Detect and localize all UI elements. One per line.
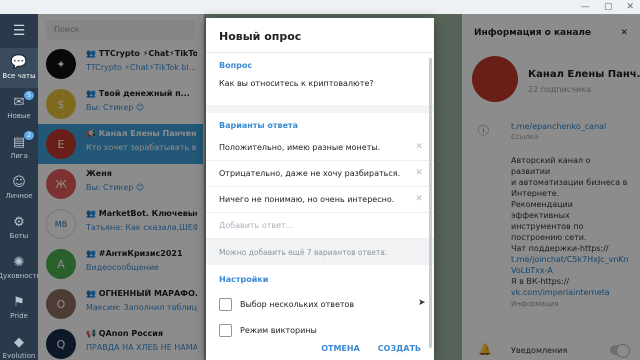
bot-icon: ⚙ — [13, 215, 25, 230]
maximize-icon[interactable]: ▢ — [604, 2, 613, 12]
options-hint: Можно добавить ещё 7 вариантов ответа. — [206, 239, 434, 265]
dialog-footer: ОТМЕНА СОЗДАТЬ — [206, 336, 434, 360]
window-titlebar: — ▢ ✕ — [0, 0, 640, 14]
mouse-cursor-icon: ➤ — [418, 298, 426, 308]
checkbox-label: Выбор нескольких ответов — [240, 299, 355, 309]
folder-new[interactable]: 5 ✉ Новые — [0, 88, 38, 128]
folder-label: Личное — [5, 192, 33, 200]
minimize-icon[interactable]: — — [581, 2, 590, 12]
question-input[interactable]: Как вы относитесь к криптовалюте? — [206, 75, 434, 105]
options-section-label: Варианты ответа — [219, 121, 299, 130]
cancel-button[interactable]: ОТМЕНА — [321, 344, 360, 353]
option-text: Отрицательно, даже не хочу разбираться. — [219, 169, 401, 178]
poll-option-input[interactable]: Положительно, имею разные монеты. ✕ — [206, 135, 434, 161]
folder-spirituality[interactable]: ✺ Духовность — [0, 248, 41, 288]
folder-label: Лига — [10, 152, 28, 160]
poll-option-input[interactable]: Ничего не понимаю, но очень интересно. ✕ — [206, 187, 434, 213]
create-button[interactable]: СОЗДАТЬ — [378, 344, 421, 353]
multiple-answers-checkbox[interactable]: Выбор нескольких ответов — [206, 291, 434, 317]
add-option-input[interactable]: Добавить ответ... — [206, 213, 434, 239]
section-gap — [206, 105, 434, 113]
folder-league[interactable]: 2 ▤ Лига — [0, 128, 38, 168]
dialog-title: Новый опрос — [219, 30, 302, 43]
pride-icon: ⚑ — [13, 295, 25, 310]
folder-pride[interactable]: ⚑ Pride — [0, 288, 38, 328]
option-text: Ничего не понимаю, но очень интересно. — [219, 195, 395, 204]
folder-label: Боты — [9, 232, 29, 240]
person-icon: ☺ — [12, 175, 26, 190]
poll-option-input[interactable]: Отрицательно, даже не хочу разбираться. … — [206, 161, 434, 187]
folder-bots[interactable]: ⚙ Боты — [0, 208, 38, 248]
checkbox-box[interactable] — [219, 323, 232, 337]
remove-option-icon[interactable]: ✕ — [415, 194, 423, 204]
folder-label: Новые — [7, 112, 31, 120]
spirit-icon: ✺ — [13, 255, 25, 270]
remove-option-icon[interactable]: ✕ — [415, 142, 423, 152]
new-poll-dialog: Новый опрос Вопрос Как вы относитесь к к… — [206, 18, 434, 360]
folder-personal[interactable]: ☺ Личное — [0, 168, 38, 208]
checkbox-box[interactable] — [219, 297, 232, 311]
unread-badge: 2 — [24, 131, 34, 140]
remove-option-icon[interactable]: ✕ — [415, 168, 423, 178]
folder-label: Духовность — [0, 272, 41, 280]
folder-label: Все чаты — [2, 72, 36, 80]
telegram-window: — ▢ ✕ ☰ 💬 Все чаты 5 ✉ Новые 2 ▤ Лига ☺ … — [0, 0, 640, 360]
checkbox-label: Режим викторины — [240, 325, 317, 335]
option-text: Положительно, имею разные монеты. — [219, 143, 381, 152]
settings-section-label: Настройки — [219, 275, 269, 284]
folder-rail: ☰ 💬 Все чаты 5 ✉ Новые 2 ▤ Лига ☺ Личное… — [0, 14, 41, 360]
folder-all-chats[interactable]: 💬 Все чаты — [0, 48, 38, 88]
evolution-icon: ◆ — [14, 335, 24, 350]
unread-badge: 5 — [24, 91, 34, 100]
question-section-label: Вопрос — [219, 61, 253, 70]
chat-bubbles-icon: 💬 — [10, 55, 28, 70]
folder-label: Evolution — [2, 352, 36, 360]
new-icon: ✉ — [13, 95, 25, 110]
folder-evolution[interactable]: ◆ Evolution — [0, 328, 38, 360]
hamburger-menu-icon[interactable]: ☰ — [0, 14, 38, 48]
close-icon[interactable]: ✕ — [626, 2, 634, 12]
folder-label: Pride — [10, 312, 28, 320]
dialog-scrollbar[interactable] — [429, 58, 432, 348]
league-icon: ▤ — [12, 135, 26, 150]
